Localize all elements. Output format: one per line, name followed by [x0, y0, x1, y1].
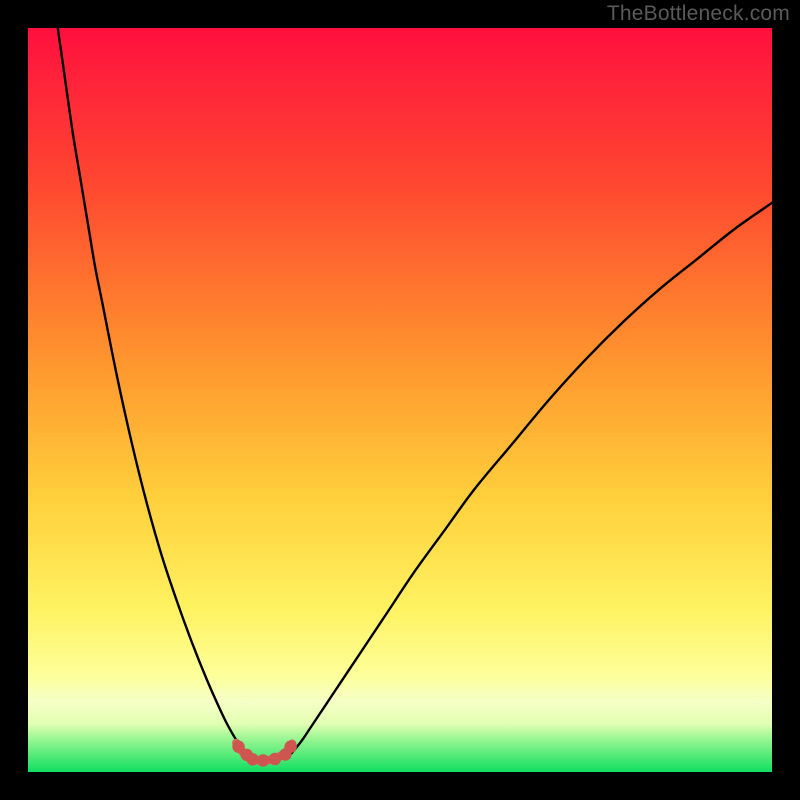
valley-dot: [284, 741, 296, 753]
watermark-text: TheBottleneck.com: [607, 2, 790, 26]
gradient-background: [28, 28, 772, 772]
plot-area: [28, 28, 772, 772]
valley-dot: [257, 754, 269, 766]
chart-svg: [28, 28, 772, 772]
chart-frame: TheBottleneck.com: [0, 0, 800, 800]
